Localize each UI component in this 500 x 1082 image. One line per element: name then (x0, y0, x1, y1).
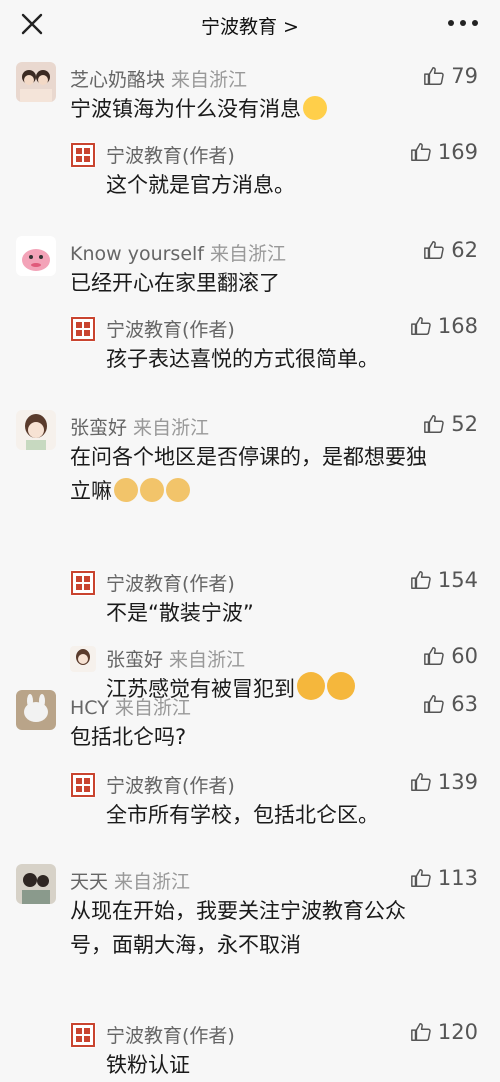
comment-username[interactable]: 芝心奶酪块 来自浙江 (70, 65, 247, 92)
like-button[interactable]: 62 (423, 238, 478, 262)
comment-text-line-1: 从现在开始，我要关注宁波教育公众 (70, 899, 406, 923)
author-seal-avatar[interactable] (70, 1022, 96, 1048)
like-button[interactable]: 139 (410, 770, 478, 794)
author-seal-avatar[interactable] (70, 142, 96, 168)
comment-username[interactable]: HCY 来自浙江 (70, 693, 191, 720)
reply-author-name[interactable]: 宁波教育(作者) (106, 1021, 235, 1048)
thumbs-up-icon (424, 241, 445, 259)
author-seal-avatar[interactable] (70, 316, 96, 342)
comment-username[interactable]: 天天 来自浙江 (70, 867, 190, 894)
comment-text-line-1: 在问各个地区是否停课的，是都想要独 (70, 445, 427, 469)
cat-emoji-icon (166, 478, 190, 502)
reply-text: 铁粉认证 (106, 1053, 190, 1077)
reply-text: 全市所有学校，包括北仑区。 (106, 803, 379, 827)
reply-username[interactable]: 张蛮好 来自浙江 (106, 645, 245, 672)
thumbs-up-icon (411, 571, 431, 589)
more-icon[interactable] (446, 14, 480, 32)
like-button[interactable]: 168 (410, 314, 478, 338)
comment-username[interactable]: 张蛮好 来自浙江 (70, 413, 209, 440)
comment-text: 已经开心在家里翻滚了 (70, 271, 280, 295)
reply-author-name[interactable]: 宁波教育(作者) (106, 315, 235, 342)
cat-emoji-icon (140, 478, 164, 502)
thumbs-up-icon (424, 415, 445, 433)
thumbs-up-icon (411, 317, 431, 335)
reply-text: 这个就是官方消息。 (106, 173, 295, 197)
like-button[interactable]: 79 (423, 64, 478, 88)
reply-text: 孩子表达喜悦的方式很简单。 (106, 347, 379, 371)
header: 宁波教育 > (0, 0, 500, 48)
crying-emoji-icon (303, 96, 327, 120)
user-avatar[interactable] (16, 690, 56, 730)
comment-text-line-2: 号，面朝大海，永不取消 (70, 933, 301, 957)
author-seal-avatar[interactable] (70, 772, 96, 798)
thumbs-up-icon (411, 869, 431, 887)
page-title[interactable]: 宁波教育 > (0, 12, 500, 39)
like-button[interactable]: 63 (423, 692, 478, 716)
user-avatar[interactable] (16, 62, 56, 102)
comment-text-line-2: 立嘛 (70, 474, 190, 508)
like-button[interactable]: 120 (410, 1020, 478, 1044)
thumbs-up-icon (424, 67, 445, 85)
reply-author-name[interactable]: 宁波教育(作者) (106, 569, 235, 596)
cat-emoji-icon (114, 478, 138, 502)
like-button[interactable]: 60 (423, 644, 478, 668)
like-button[interactable]: 52 (423, 412, 478, 436)
mask-face-emoji-icon (297, 672, 325, 700)
like-button[interactable]: 154 (410, 568, 478, 592)
thumbs-up-icon (424, 647, 445, 665)
comment-text: 宁波镇海为什么没有消息 (70, 92, 327, 126)
reply-text: 不是“散装宁波” (106, 601, 254, 625)
thumbs-up-icon (411, 773, 431, 791)
user-avatar[interactable] (70, 646, 96, 672)
user-avatar[interactable] (16, 236, 56, 276)
user-avatar[interactable] (16, 410, 56, 450)
thumbs-up-icon (411, 1023, 431, 1041)
like-button[interactable]: 113 (410, 866, 478, 890)
user-avatar[interactable] (16, 864, 56, 904)
comment-text: 包括北仑吗? (70, 725, 187, 749)
reply-author-name[interactable]: 宁波教育(作者) (106, 141, 235, 168)
reply-author-name[interactable]: 宁波教育(作者) (106, 771, 235, 798)
mask-face-emoji-icon (327, 672, 355, 700)
comment-username[interactable]: Know yourself 来自浙江 (70, 239, 286, 266)
thumbs-up-icon (411, 143, 431, 161)
thumbs-up-icon (424, 695, 445, 713)
author-seal-avatar[interactable] (70, 570, 96, 596)
like-button[interactable]: 169 (410, 140, 478, 164)
